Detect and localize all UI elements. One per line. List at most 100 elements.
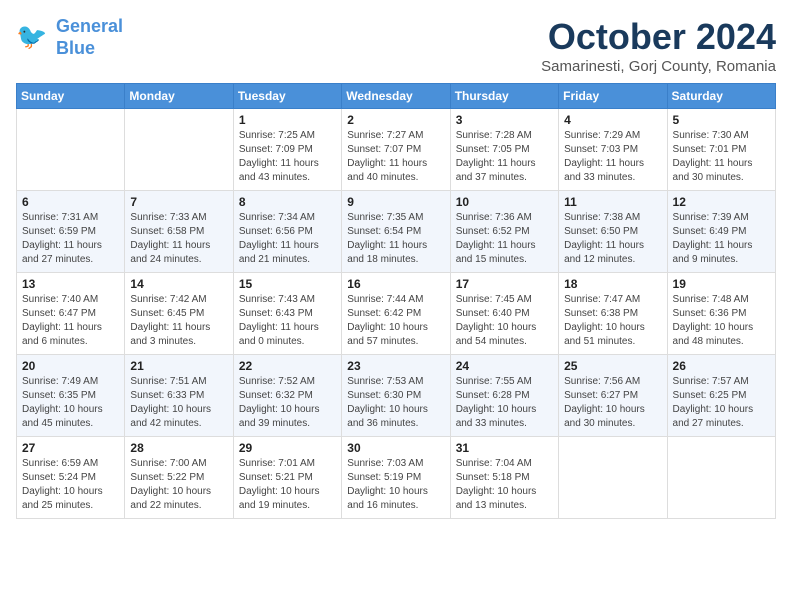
calendar-cell: 18 Sunrise: 7:47 AMSunset: 6:38 PMDayligh… [559, 273, 667, 355]
calendar-cell: 24 Sunrise: 7:55 AMSunset: 6:28 PMDayligh… [450, 355, 558, 437]
day-content: Sunrise: 7:43 AMSunset: 6:43 PMDaylight:… [239, 293, 336, 349]
calendar-week-row: 1 Sunrise: 7:25 AMSunset: 7:09 PMDaylight… [17, 109, 776, 191]
calendar-cell: 30Sunrise: 7:03 AMSunset: 5:19 PMDayligh… [342, 437, 450, 519]
logo-icon: 🐦 [16, 20, 52, 56]
calendar-cell: 2Sunrise: 7:27 AMSunset: 7:07 PMDaylight… [342, 109, 450, 191]
day-content: Sunrise: 7:04 AMSunset: 5:18 PMDaylight:… [456, 457, 553, 513]
day-content: Sunrise: 7:56 AMSunset: 6:27 PMDaylight:… [564, 375, 661, 431]
day-number: 5 [673, 113, 770, 127]
day-content: Sunrise: 7:51 AMSunset: 6:33 PMDaylight:… [130, 375, 227, 431]
weekday-header-friday: Friday [559, 84, 667, 109]
day-number: 21 [130, 359, 227, 373]
calendar-cell: 14Sunrise: 7:42 AMSunset: 6:45 PMDayligh… [125, 273, 233, 355]
calendar-cell: 3 Sunrise: 7:28 AMSunset: 7:05 PMDaylight… [450, 109, 558, 191]
calendar-cell: 28 Sunrise: 7:00 AMSunset: 5:22 PMDayligh… [125, 437, 233, 519]
day-content: Sunrise: 7:01 AMSunset: 5:21 PMDaylight:… [239, 457, 336, 513]
day-number: 8 [239, 195, 336, 209]
day-number: 9 [347, 195, 444, 209]
day-content: Sunrise: 7:34 AMSunset: 6:56 PMDaylight:… [239, 211, 336, 267]
calendar-cell [667, 437, 775, 519]
weekday-header-row: SundayMondayTuesdayWednesdayThursdayFrid… [17, 84, 776, 109]
calendar-cell: 6 Sunrise: 7:31 AMSunset: 6:59 PMDaylight… [17, 191, 125, 273]
calendar-cell: 7 Sunrise: 7:33 AMSunset: 6:58 PMDaylight… [125, 191, 233, 273]
day-number: 25 [564, 359, 661, 373]
calendar-cell: 5 Sunrise: 7:30 AMSunset: 7:01 PMDaylight… [667, 109, 775, 191]
calendar-cell [17, 109, 125, 191]
logo: 🐦 GeneralBlue [16, 16, 123, 59]
calendar-cell: 29 Sunrise: 7:01 AMSunset: 5:21 PMDayligh… [233, 437, 341, 519]
day-number: 6 [22, 195, 119, 209]
day-number: 18 [564, 277, 661, 291]
calendar-cell: 15Sunrise: 7:43 AMSunset: 6:43 PMDayligh… [233, 273, 341, 355]
calendar-cell: 27Sunrise: 6:59 AMSunset: 5:24 PMDayligh… [17, 437, 125, 519]
svg-text:🐦: 🐦 [16, 23, 47, 51]
day-content: Sunrise: 7:38 AMSunset: 6:50 PMDaylight:… [564, 211, 661, 267]
day-content: Sunrise: 7:25 AMSunset: 7:09 PMDaylight:… [239, 129, 336, 185]
calendar-cell: 9Sunrise: 7:35 AMSunset: 6:54 PMDaylight… [342, 191, 450, 273]
day-number: 30 [347, 441, 444, 455]
day-number: 19 [673, 277, 770, 291]
day-content: Sunrise: 7:31 AMSunset: 6:59 PMDaylight:… [22, 211, 119, 267]
weekday-header-monday: Monday [125, 84, 233, 109]
calendar-cell: 16 Sunrise: 7:44 AMSunset: 6:42 PMDayligh… [342, 273, 450, 355]
calendar-week-row: 20 Sunrise: 7:49 AMSunset: 6:35 PMDayligh… [17, 355, 776, 437]
day-number: 24 [456, 359, 553, 373]
day-content: Sunrise: 7:29 AMSunset: 7:03 PMDaylight:… [564, 129, 661, 185]
day-number: 29 [239, 441, 336, 455]
weekday-header-sunday: Sunday [17, 84, 125, 109]
day-number: 31 [456, 441, 553, 455]
calendar-cell [559, 437, 667, 519]
calendar-table: SundayMondayTuesdayWednesdayThursdayFrid… [16, 83, 776, 519]
calendar-cell: 13 Sunrise: 7:40 AMSunset: 6:47 PMDayligh… [17, 273, 125, 355]
day-number: 22 [239, 359, 336, 373]
day-number: 10 [456, 195, 553, 209]
location-subtitle: Samarinesti, Gorj County, Romania [541, 58, 776, 75]
calendar-cell: 26Sunrise: 7:57 AMSunset: 6:25 PMDayligh… [667, 355, 775, 437]
day-number: 27 [22, 441, 119, 455]
calendar-week-row: 13 Sunrise: 7:40 AMSunset: 6:47 PMDayligh… [17, 273, 776, 355]
day-number: 23 [347, 359, 444, 373]
day-content: Sunrise: 7:44 AMSunset: 6:42 PMDaylight:… [347, 293, 444, 349]
day-number: 11 [564, 195, 661, 209]
day-number: 20 [22, 359, 119, 373]
day-number: 16 [347, 277, 444, 291]
calendar-cell [125, 109, 233, 191]
weekday-header-tuesday: Tuesday [233, 84, 341, 109]
day-content: Sunrise: 7:49 AMSunset: 6:35 PMDaylight:… [22, 375, 119, 431]
calendar-cell: 22Sunrise: 7:52 AMSunset: 6:32 PMDayligh… [233, 355, 341, 437]
day-content: Sunrise: 7:47 AMSunset: 6:38 PMDaylight:… [564, 293, 661, 349]
calendar-cell: 4 Sunrise: 7:29 AMSunset: 7:03 PMDaylight… [559, 109, 667, 191]
day-content: Sunrise: 7:53 AMSunset: 6:30 PMDaylight:… [347, 375, 444, 431]
logo-text: GeneralBlue [56, 16, 123, 59]
day-number: 13 [22, 277, 119, 291]
weekday-header-saturday: Saturday [667, 84, 775, 109]
calendar-cell: 23 Sunrise: 7:53 AMSunset: 6:30 PMDayligh… [342, 355, 450, 437]
calendar-cell: 20 Sunrise: 7:49 AMSunset: 6:35 PMDayligh… [17, 355, 125, 437]
weekday-header-thursday: Thursday [450, 84, 558, 109]
day-content: Sunrise: 7:40 AMSunset: 6:47 PMDaylight:… [22, 293, 119, 349]
day-content: Sunrise: 7:28 AMSunset: 7:05 PMDaylight:… [456, 129, 553, 185]
day-content: Sunrise: 7:39 AMSunset: 6:49 PMDaylight:… [673, 211, 770, 267]
weekday-header-wednesday: Wednesday [342, 84, 450, 109]
day-content: Sunrise: 7:00 AMSunset: 5:22 PMDaylight:… [130, 457, 227, 513]
day-number: 17 [456, 277, 553, 291]
day-number: 4 [564, 113, 661, 127]
day-content: Sunrise: 7:30 AMSunset: 7:01 PMDaylight:… [673, 129, 770, 185]
day-number: 28 [130, 441, 227, 455]
calendar-cell: 31 Sunrise: 7:04 AMSunset: 5:18 PMDayligh… [450, 437, 558, 519]
title-block: October 2024 Samarinesti, Gorj County, R… [541, 16, 776, 75]
day-number: 14 [130, 277, 227, 291]
calendar-cell: 10Sunrise: 7:36 AMSunset: 6:52 PMDayligh… [450, 191, 558, 273]
calendar-cell: 11 Sunrise: 7:38 AMSunset: 6:50 PMDayligh… [559, 191, 667, 273]
calendar-week-row: 6 Sunrise: 7:31 AMSunset: 6:59 PMDaylight… [17, 191, 776, 273]
calendar-cell: 17Sunrise: 7:45 AMSunset: 6:40 PMDayligh… [450, 273, 558, 355]
day-content: Sunrise: 7:55 AMSunset: 6:28 PMDaylight:… [456, 375, 553, 431]
calendar-cell: 25 Sunrise: 7:56 AMSunset: 6:27 PMDayligh… [559, 355, 667, 437]
day-number: 7 [130, 195, 227, 209]
day-number: 3 [456, 113, 553, 127]
day-number: 1 [239, 113, 336, 127]
day-content: Sunrise: 7:48 AMSunset: 6:36 PMDaylight:… [673, 293, 770, 349]
day-content: Sunrise: 7:33 AMSunset: 6:58 PMDaylight:… [130, 211, 227, 267]
calendar-cell: 8 Sunrise: 7:34 AMSunset: 6:56 PMDaylight… [233, 191, 341, 273]
calendar-cell: 1 Sunrise: 7:25 AMSunset: 7:09 PMDaylight… [233, 109, 341, 191]
